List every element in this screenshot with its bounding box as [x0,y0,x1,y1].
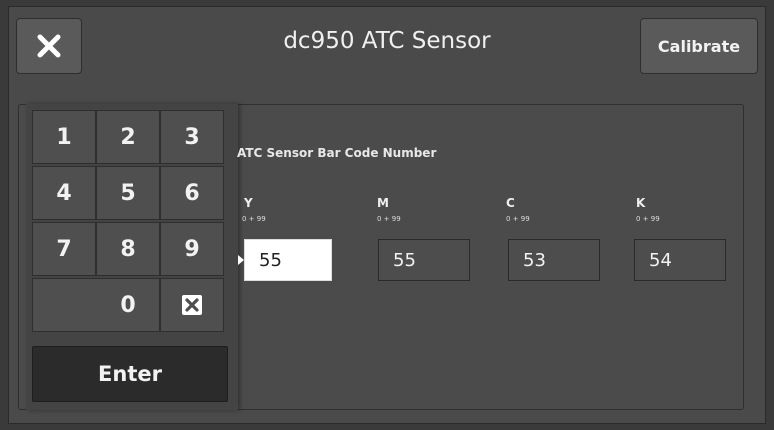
backspace-key[interactable] [160,278,224,332]
field-range-k: 0 + 99 [636,215,660,223]
key-8[interactable]: 8 [96,222,160,276]
key-7[interactable]: 7 [32,222,96,276]
field-range-y: 0 + 99 [242,215,266,223]
field-label-m: M [377,196,389,210]
key-1[interactable]: 1 [32,110,96,164]
m-input[interactable]: 55 [378,239,470,281]
key-0-label: 0 [120,292,136,318]
key-9[interactable]: 9 [160,222,224,276]
field-label-y: Y [244,196,253,210]
key-3[interactable]: 3 [160,110,224,164]
section-label: ATC Sensor Bar Code Number [237,146,437,160]
close-button[interactable] [16,18,82,74]
k-input[interactable]: 54 [634,239,726,281]
close-icon [37,34,61,58]
clear-x-icon [182,295,202,315]
calibrate-button[interactable]: Calibrate [640,18,758,74]
y-input[interactable]: 55 [244,239,332,281]
key-2[interactable]: 2 [96,110,160,164]
field-range-c: 0 + 99 [506,215,530,223]
page-title: dc950 ATC Sensor [283,28,491,54]
field-label-c: C [506,196,515,210]
key-4[interactable]: 4 [32,166,96,220]
key-6[interactable]: 6 [160,166,224,220]
key-0[interactable]: 0 [32,278,160,332]
key-5[interactable]: 5 [96,166,160,220]
c-input[interactable]: 53 [508,239,600,281]
field-range-m: 0 + 99 [377,215,401,223]
enter-button[interactable]: Enter [32,346,228,402]
field-label-k: K [636,196,646,210]
